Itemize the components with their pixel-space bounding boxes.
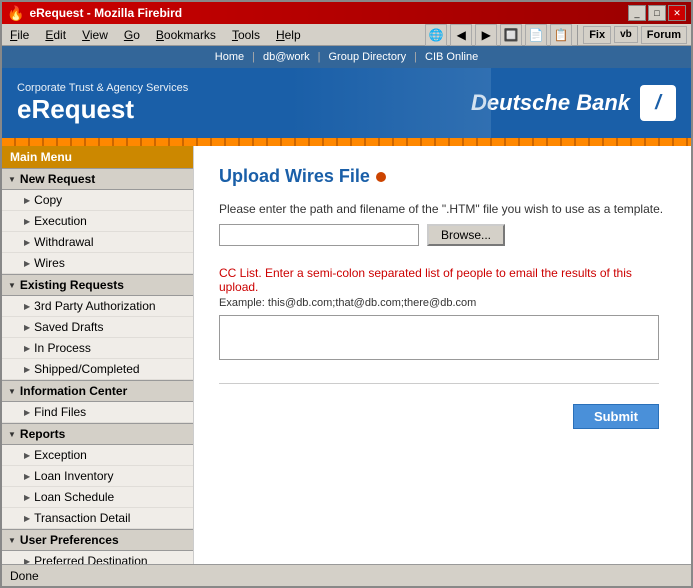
nav-sep-3: | bbox=[414, 51, 417, 63]
sidebar-section-information-center: Information Center Find Files bbox=[2, 380, 193, 423]
header-bank-logo: Deutsche Bank / bbox=[471, 85, 676, 121]
sidebar-header: Main Menu bbox=[2, 146, 193, 168]
browser-icon: 🔥 bbox=[7, 5, 24, 22]
sidebar-item-loan-inventory[interactable]: Loan Inventory bbox=[2, 466, 193, 487]
sidebar-item-shipped-completed[interactable]: Shipped/Completed bbox=[2, 359, 193, 380]
nav-stop-button[interactable]: 🔲 bbox=[500, 24, 522, 46]
forum-button[interactable]: Forum bbox=[641, 26, 687, 44]
sidebar-section-title-new-request[interactable]: New Request bbox=[2, 168, 193, 190]
header-title: eRequest bbox=[17, 94, 188, 125]
sidebar: Main Menu New Request Copy Execution Wit… bbox=[2, 146, 194, 564]
menu-bookmarks[interactable]: Bookmarks bbox=[152, 27, 220, 43]
window-title: eRequest - Mozilla Firebird bbox=[29, 6, 623, 20]
window-controls: _ □ ✕ bbox=[628, 5, 686, 21]
file-path-input[interactable] bbox=[219, 224, 419, 246]
page-title-dot bbox=[376, 172, 386, 182]
header-background-decoration bbox=[291, 68, 491, 138]
page-title-text: Upload Wires File bbox=[219, 166, 370, 187]
sidebar-section-title-reports[interactable]: Reports bbox=[2, 423, 193, 445]
orange-divider bbox=[2, 138, 691, 146]
menu-bar: File Edit View Go Bookmarks Tools Help 🌐… bbox=[2, 24, 691, 46]
vb-button[interactable]: vb bbox=[614, 26, 638, 43]
nav-links-bar: Home | db@work | Group Directory | CIB O… bbox=[2, 46, 691, 68]
sidebar-item-withdrawal[interactable]: Withdrawal bbox=[2, 232, 193, 253]
sidebar-item-copy[interactable]: Copy bbox=[2, 190, 193, 211]
sidebar-item-saved-drafts[interactable]: Saved Drafts bbox=[2, 317, 193, 338]
file-input-row: Browse... bbox=[219, 224, 666, 246]
sidebar-section-title-existing-requests[interactable]: Existing Requests bbox=[2, 274, 193, 296]
sidebar-section-existing-requests: Existing Requests 3rd Party Authorizatio… bbox=[2, 274, 193, 380]
title-bar: 🔥 eRequest - Mozilla Firebird _ □ ✕ bbox=[2, 2, 691, 24]
form-divider bbox=[219, 383, 659, 384]
nav-reload-button[interactable]: ▶ bbox=[475, 24, 497, 46]
nav-sep-2: | bbox=[318, 51, 321, 63]
cc-example: Example: this@db.com;that@db.com;there@d… bbox=[219, 297, 666, 309]
cc-label: CC List. Enter a semi-colon separated li… bbox=[219, 266, 666, 294]
sidebar-section-title-user-preferences[interactable]: User Preferences bbox=[2, 529, 193, 551]
instruction-text: Please enter the path and filename of th… bbox=[219, 202, 666, 216]
page-title-row: Upload Wires File bbox=[219, 166, 666, 187]
content-area: Main Menu New Request Copy Execution Wit… bbox=[2, 146, 691, 564]
nav-back-button[interactable]: 🌐 bbox=[425, 24, 447, 46]
sidebar-item-preferred-destination[interactable]: Preferred Destination bbox=[2, 551, 193, 564]
sidebar-item-exception[interactable]: Exception bbox=[2, 445, 193, 466]
toolbar-separator bbox=[577, 25, 578, 45]
menu-view[interactable]: View bbox=[78, 27, 112, 43]
maximize-button[interactable]: □ bbox=[648, 5, 666, 21]
nav-cib-online[interactable]: CIB Online bbox=[425, 51, 478, 63]
minimize-button[interactable]: _ bbox=[628, 5, 646, 21]
menu-edit[interactable]: Edit bbox=[41, 27, 70, 43]
sidebar-item-in-process[interactable]: In Process bbox=[2, 338, 193, 359]
header-branding: Corporate Trust & Agency Services eReque… bbox=[17, 82, 188, 125]
menu-file[interactable]: File bbox=[6, 27, 33, 43]
nav-dbatwork[interactable]: db@work bbox=[263, 51, 310, 63]
nav-home[interactable]: Home bbox=[215, 51, 244, 63]
submit-row: Submit bbox=[219, 404, 659, 429]
sidebar-item-transaction-detail[interactable]: Transaction Detail bbox=[2, 508, 193, 529]
nav-sep-1: | bbox=[252, 51, 255, 63]
site-header: Corporate Trust & Agency Services eReque… bbox=[2, 68, 691, 138]
bank-name: Deutsche Bank bbox=[471, 90, 630, 116]
sidebar-item-loan-schedule[interactable]: Loan Schedule bbox=[2, 487, 193, 508]
menu-go[interactable]: Go bbox=[120, 27, 144, 43]
toolbar-right: 🌐 ◀ ▶ 🔲 📄 📋 Fix vb Forum bbox=[425, 24, 687, 46]
sidebar-section-title-information-center[interactable]: Information Center bbox=[2, 380, 193, 402]
status-bar: Done bbox=[2, 564, 691, 586]
browser-window: 🔥 eRequest - Mozilla Firebird _ □ ✕ File… bbox=[0, 0, 693, 588]
fix-button[interactable]: Fix bbox=[583, 26, 611, 44]
status-text: Done bbox=[10, 569, 39, 583]
nav-group-directory[interactable]: Group Directory bbox=[329, 51, 407, 63]
sidebar-section-user-preferences: User Preferences Preferred Destination P… bbox=[2, 529, 193, 564]
header-subtitle: Corporate Trust & Agency Services bbox=[17, 82, 188, 94]
cc-input[interactable] bbox=[219, 315, 659, 360]
sidebar-item-wires[interactable]: Wires bbox=[2, 253, 193, 274]
menu-tools[interactable]: Tools bbox=[228, 27, 264, 43]
main-panel: Upload Wires File Please enter the path … bbox=[194, 146, 691, 564]
close-button[interactable]: ✕ bbox=[668, 5, 686, 21]
sidebar-item-find-files[interactable]: Find Files bbox=[2, 402, 193, 423]
nav-icon2[interactable]: 📄 bbox=[525, 24, 547, 46]
browse-button[interactable]: Browse... bbox=[427, 224, 505, 246]
sidebar-section-new-request: New Request Copy Execution Withdrawal Wi… bbox=[2, 168, 193, 274]
bank-icon: / bbox=[640, 85, 676, 121]
nav-forward-button[interactable]: ◀ bbox=[450, 24, 472, 46]
submit-button[interactable]: Submit bbox=[573, 404, 659, 429]
sidebar-section-reports: Reports Exception Loan Inventory Loan Sc… bbox=[2, 423, 193, 529]
sidebar-item-3rd-party[interactable]: 3rd Party Authorization bbox=[2, 296, 193, 317]
sidebar-item-execution[interactable]: Execution bbox=[2, 211, 193, 232]
menu-help[interactable]: Help bbox=[272, 27, 305, 43]
nav-icon3[interactable]: 📋 bbox=[550, 24, 572, 46]
